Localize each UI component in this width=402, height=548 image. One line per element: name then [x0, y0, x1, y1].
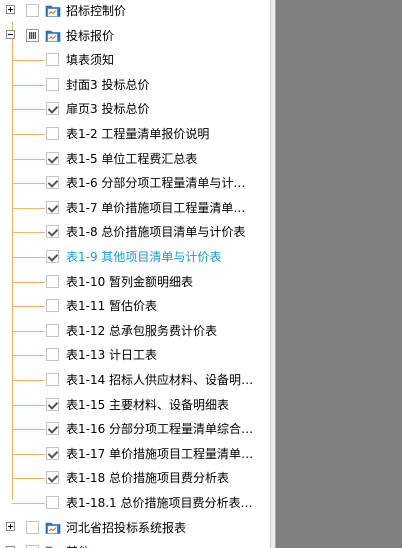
- checkbox[interactable]: [46, 446, 59, 460]
- checkbox[interactable]: [46, 471, 59, 485]
- checkbox[interactable]: [46, 102, 59, 116]
- tree-child-label: 填表须知: [66, 53, 115, 68]
- tree-child-item[interactable]: 表1-18.1 总价措施项目费分析表（二）: [0, 492, 270, 514]
- report-folder-icon: [45, 544, 61, 548]
- tree-branch-line: [12, 306, 45, 308]
- tree-child-label: 表1-12 总承包服务费计价表: [66, 323, 218, 338]
- tree-branch-line: [12, 380, 45, 381]
- tree-child-item[interactable]: 表1-9 其他项目清单与计价表: [0, 246, 270, 268]
- tree-child-label: 表1-10 暂列金额明细表: [66, 274, 194, 289]
- tree-child-item[interactable]: 表1-18 总价措施项目费分析表: [0, 467, 270, 489]
- collapse-icon[interactable]: [6, 29, 15, 39]
- checkbox[interactable]: [46, 348, 59, 362]
- tree-root-label: 投标报价: [66, 28, 115, 43]
- tree-branch-line: [12, 429, 45, 431]
- tree-child-label: 表1-2 工程量清单报价说明: [66, 127, 210, 141]
- tree-branch-line: [12, 134, 45, 135]
- tree-child-item[interactable]: 表1-17 单价措施项目工程量清单综合单价分析表: [0, 443, 270, 465]
- checkbox[interactable]: [46, 225, 59, 239]
- tree-child-item[interactable]: 表1-11 暂估价表: [0, 295, 270, 317]
- tree-child-item[interactable]: 封面3 投标总价: [0, 74, 270, 96]
- tree-child-item[interactable]: 表1-8 总价措施项目清单与计价表: [0, 221, 270, 243]
- tree-root-label: 河北省招投标系统报表: [66, 520, 187, 535]
- tree-child-item[interactable]: 表1-12 总承包服务费计价表: [0, 320, 270, 342]
- tree-child-item[interactable]: 表1-2 工程量清单报价说明: [0, 123, 270, 145]
- tree-root-hebei[interactable]: 河北省招投标系统报表: [0, 517, 270, 539]
- tree-child-label: 表1-9 其他项目清单与计价表: [66, 250, 222, 264]
- preview-area: [276, 0, 402, 548]
- checkbox[interactable]: [46, 299, 59, 313]
- tree-branch-line: [12, 257, 45, 258]
- tree-child-item[interactable]: 表1-7 单价措施项目工程量清单与计价表: [0, 197, 270, 219]
- tree-child-label: 表1-5 单位工程费汇总表: [66, 151, 198, 166]
- tree-child-item[interactable]: 填表须知: [0, 49, 270, 71]
- tree-child-label: 表1-17 单价措施项目工程量清单综合单价分析表: [66, 446, 256, 461]
- checkbox[interactable]: [46, 496, 59, 509]
- tree-child-label: 表1-18.1 总价措施项目费分析表（二）: [66, 496, 256, 510]
- checkbox[interactable]: [26, 28, 39, 42]
- tree-branch-line: [12, 232, 45, 234]
- tree-branch-line: [12, 503, 45, 504]
- tree-child-label: 表1-11 暂估价表: [66, 299, 158, 314]
- tree-root-bid[interactable]: 投标报价: [0, 25, 270, 47]
- checkbox[interactable]: [46, 373, 59, 386]
- tree-branch-line: [12, 330, 45, 332]
- tree-child-label: 表1-7 单价措施项目工程量清单与计价表: [66, 200, 256, 215]
- checkbox[interactable]: [46, 127, 59, 140]
- expand-icon[interactable]: [6, 521, 15, 531]
- tree-branch-line: [12, 355, 45, 357]
- report-tree-panel: 招标控制价投标报价填表须知封面3 投标总价 扉页3 投标总价表1-2 工程量清单报…: [0, 0, 270, 548]
- report-folder-icon: [45, 520, 61, 535]
- expand-icon[interactable]: [6, 5, 15, 14]
- tree-branch-line: [12, 158, 45, 160]
- report-folder-icon: [45, 3, 61, 18]
- tree-child-label: 表1-18 总价措施项目费分析表: [66, 471, 230, 486]
- checkbox[interactable]: [46, 176, 59, 190]
- checkbox[interactable]: [46, 274, 59, 288]
- tree-child-label: 表1-6 分部分项工程量清单与计价表: [66, 176, 256, 191]
- tree-branch-line: [12, 84, 45, 86]
- tree-child-item[interactable]: 表1-13 计日工表: [0, 344, 270, 366]
- checkbox[interactable]: [46, 151, 59, 165]
- tree-child-label: 表1-13 计日工表: [66, 348, 158, 363]
- tree-child-item[interactable]: 表1-10 暂列金额明细表: [0, 271, 270, 293]
- tree-branch-line: [12, 453, 45, 455]
- checkbox[interactable]: [46, 397, 59, 411]
- tree-child-label: 表1-8 总价措施项目清单与计价表: [66, 225, 246, 240]
- tree-branch-line: [12, 404, 45, 406]
- tree-branch-line: [12, 207, 45, 209]
- tree-root-label: 其他: [66, 544, 90, 548]
- tree-child-label: 扉页3 投标总价: [66, 102, 150, 117]
- tree-branch-line: [12, 478, 45, 480]
- tree-child-label: 表1-16 分部分项工程量清单综合单价分析表: [66, 422, 256, 437]
- checkbox[interactable]: [46, 77, 59, 91]
- tree-root-other[interactable]: 其他: [0, 541, 270, 548]
- checkbox[interactable]: [26, 4, 39, 17]
- report-folder-icon: [45, 28, 61, 43]
- checkbox[interactable]: [26, 520, 39, 534]
- checkbox[interactable]: [46, 200, 59, 214]
- tree-child-label: 表1-15 主要材料、设备明细表: [66, 397, 230, 412]
- tree-branch-line: [12, 281, 45, 283]
- tree-child-item[interactable]: 表1-16 分部分项工程量清单综合单价分析表: [0, 418, 270, 440]
- tree-child-item[interactable]: 表1-14 招标人供应材料、设备明细表: [0, 369, 270, 391]
- tree-child-item[interactable]: 表1-5 单位工程费汇总表: [0, 148, 270, 170]
- checkbox[interactable]: [46, 53, 59, 67]
- tree-child-item[interactable]: 表1-15 主要材料、设备明细表: [0, 394, 270, 416]
- tree-branch-line: [12, 183, 45, 185]
- tree-child-item[interactable]: 表1-6 分部分项工程量清单与计价表: [0, 172, 270, 194]
- tree-root-label: 招标控制价: [66, 4, 127, 18]
- tree-root-top[interactable]: 招标控制价: [0, 0, 270, 22]
- checkbox[interactable]: [46, 323, 59, 337]
- tree-branch-line: [12, 60, 45, 62]
- tree-child-label: 表1-14 招标人供应材料、设备明细表: [66, 373, 256, 387]
- checkbox[interactable]: [46, 422, 59, 436]
- tree-child-item[interactable]: 扉页3 投标总价: [0, 98, 270, 120]
- tree-child-label: 封面3 投标总价: [66, 77, 150, 92]
- tree-branch-line: [12, 109, 45, 111]
- checkbox[interactable]: [46, 250, 59, 263]
